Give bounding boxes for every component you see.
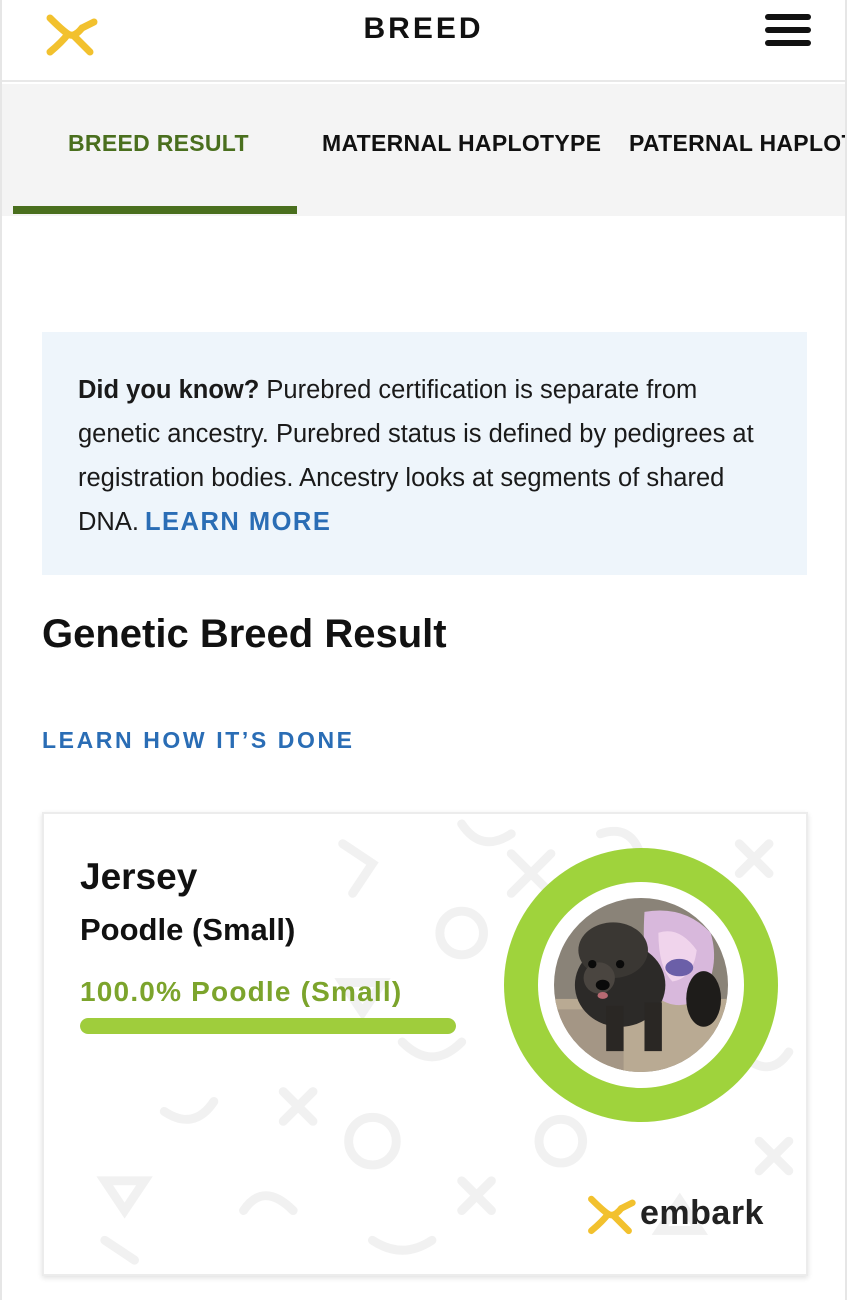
learn-how-link[interactable]: LEARN HOW IT’S DONE	[42, 727, 355, 754]
dog-breed: Poodle (Small)	[80, 912, 296, 947]
hamburger-icon[interactable]	[765, 14, 811, 48]
learn-more-link[interactable]: LEARN MORE	[145, 508, 331, 536]
tab-bar: BREED RESULT MATERNAL HAPLOTYPE PATERNAL…	[2, 84, 845, 216]
page-title: BREED	[363, 12, 484, 45]
breed-percentage-fill	[80, 1018, 456, 1034]
breed-ring	[504, 848, 778, 1122]
brand-name: embark	[640, 1194, 764, 1232]
breed-percentage-label: 100.0% Poodle (Small)	[80, 976, 403, 1007]
breed-percentage-bar	[80, 1018, 456, 1034]
page: BREED BREED RESULT MATERNAL HAPLOTYPE PA…	[0, 0, 847, 1300]
active-tab-indicator	[13, 206, 297, 214]
info-lead: Did you know?	[78, 376, 260, 404]
tab-breed-result[interactable]: BREED RESULT	[68, 130, 249, 157]
embark-brand-logo: embark	[582, 1186, 782, 1242]
section-title: Genetic Breed Result	[42, 612, 447, 656]
embark-x-icon	[588, 1195, 636, 1235]
tab-maternal-haplotype[interactable]: MATERNAL HAPLOTYPE	[322, 130, 601, 157]
dog-photo[interactable]	[554, 898, 728, 1072]
dog-photo-image	[554, 898, 728, 1072]
dog-name: Jersey	[80, 856, 198, 897]
info-callout: Did you know? Purebred certification is …	[42, 332, 807, 575]
tab-paternal-haplotype[interactable]: PATERNAL HAPLOT	[629, 130, 845, 157]
top-bar: BREED	[2, 0, 845, 82]
breed-result-card[interactable]: Jersey Poodle (Small) 100.0% Poodle (Sma…	[42, 812, 808, 1276]
